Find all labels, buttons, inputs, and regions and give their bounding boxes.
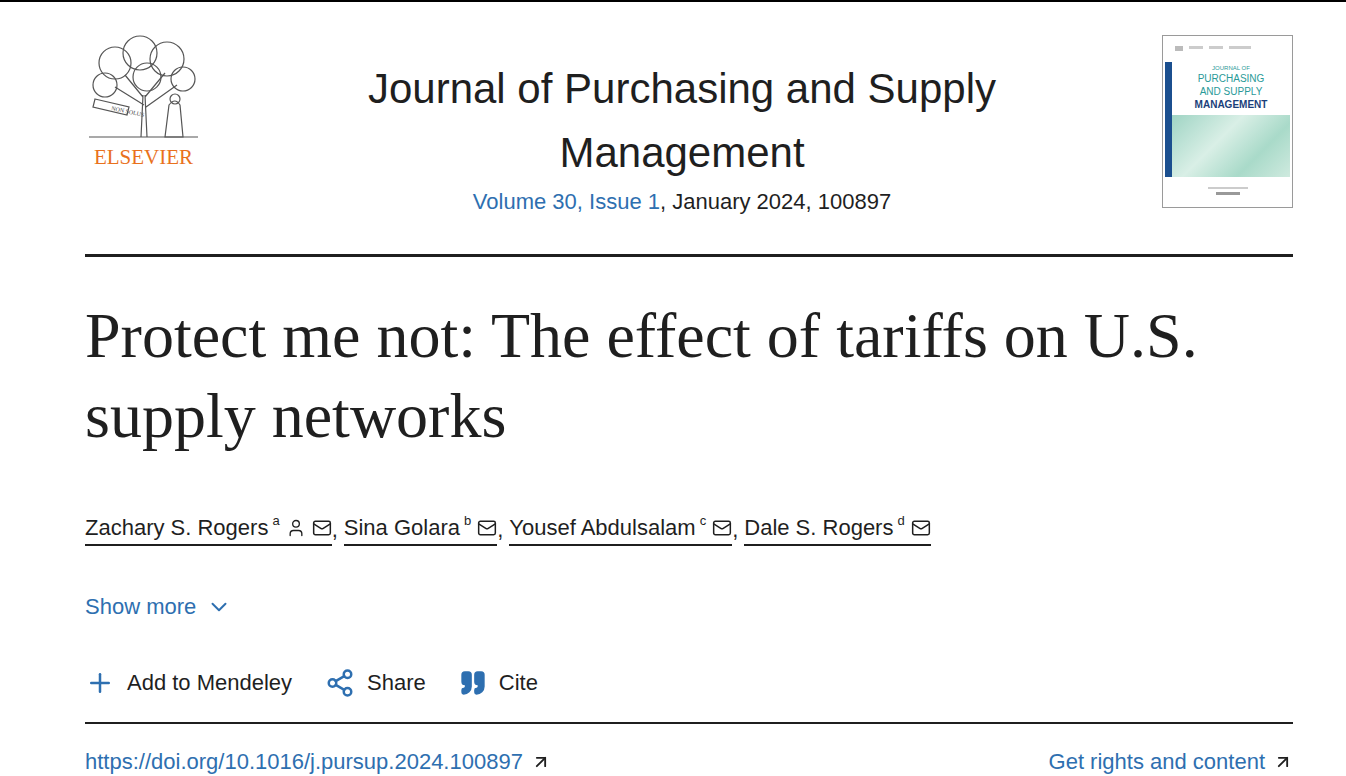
cover-title-line: JOURNAL OF bbox=[1212, 64, 1250, 72]
share-icon bbox=[325, 668, 355, 698]
journal-cover[interactable]: JOURNAL OFPURCHASINGAND SUPPLYMANAGEMENT bbox=[1162, 35, 1293, 208]
chevron-down-icon bbox=[206, 594, 232, 620]
journal-title[interactable]: Journal of Purchasing and Supply Managem… bbox=[322, 57, 1042, 185]
mail-icon[interactable] bbox=[477, 518, 497, 538]
quote-icon bbox=[459, 669, 487, 697]
author-name: Sina Golara bbox=[344, 513, 460, 543]
author-separator: , bbox=[497, 515, 503, 545]
cover-title-line: MANAGEMENT bbox=[1195, 98, 1268, 111]
cover-title-line: AND SUPPLY bbox=[1200, 85, 1263, 98]
article-title: Protect me not: The effect of tariffs on… bbox=[85, 296, 1293, 456]
article-page: NON SOLUS ELSEVIER Journal of Purchasing a… bbox=[0, 0, 1346, 776]
author-link[interactable]: Yousef Abdulsalam c bbox=[509, 513, 732, 546]
author-affiliation: b bbox=[464, 513, 471, 529]
mail-icon[interactable] bbox=[712, 518, 732, 538]
doi-link[interactable]: https://doi.org/10.1016/j.pursup.2024.10… bbox=[85, 746, 551, 776]
show-more-button[interactable]: Show more bbox=[85, 591, 232, 623]
external-link-icon bbox=[531, 752, 551, 772]
author-name: Yousef Abdulsalam bbox=[509, 513, 695, 543]
journal-header: NON SOLUS ELSEVIER Journal of Purchasing a… bbox=[85, 2, 1293, 257]
author-list: Zachary S. Rogersa,Sina Golarab,Yousef A… bbox=[85, 513, 1293, 546]
person-icon bbox=[286, 518, 306, 538]
author-separator: , bbox=[732, 515, 738, 545]
issue-link[interactable]: Volume 30, Issue 1 bbox=[473, 189, 660, 214]
author-link[interactable]: Zachary S. Rogersa bbox=[85, 513, 332, 546]
author-name: Dale S. Rogers bbox=[744, 513, 893, 543]
elsevier-logo[interactable]: NON SOLUS ELSEVIER bbox=[85, 35, 202, 169]
publisher-name: ELSEVIER bbox=[94, 145, 193, 169]
svg-text:NON SOLUS: NON SOLUS bbox=[111, 105, 145, 118]
mail-icon[interactable] bbox=[312, 518, 332, 538]
tree-icon: NON SOLUS bbox=[85, 35, 202, 139]
action-button[interactable]: Add to Mendeley bbox=[85, 667, 292, 699]
author-affiliation: d bbox=[897, 513, 904, 529]
rights-link[interactable]: Get rights and content bbox=[1049, 746, 1293, 776]
author-name: Zachary S. Rogers bbox=[85, 513, 268, 543]
author-link[interactable]: Dale S. Rogersd bbox=[744, 513, 930, 546]
author-link[interactable]: Sina Golarab bbox=[344, 513, 497, 546]
plus-icon bbox=[85, 668, 115, 698]
external-link-icon bbox=[1273, 752, 1293, 772]
link-row: https://doi.org/10.1016/j.pursup.2024.10… bbox=[85, 746, 1293, 776]
action-bar: Add to Mendeley Share Cite bbox=[85, 667, 1293, 724]
issue-info: Volume 30, Issue 1, January 2024, 100897 bbox=[473, 187, 891, 217]
action-button[interactable]: Cite bbox=[459, 667, 538, 699]
author-affiliation: c bbox=[700, 513, 707, 529]
author-separator: , bbox=[332, 515, 338, 545]
author-affiliation: a bbox=[272, 513, 279, 529]
cover-title-line: PURCHASING bbox=[1198, 72, 1265, 85]
mail-icon[interactable] bbox=[911, 518, 931, 538]
action-button[interactable]: Share bbox=[325, 667, 426, 699]
